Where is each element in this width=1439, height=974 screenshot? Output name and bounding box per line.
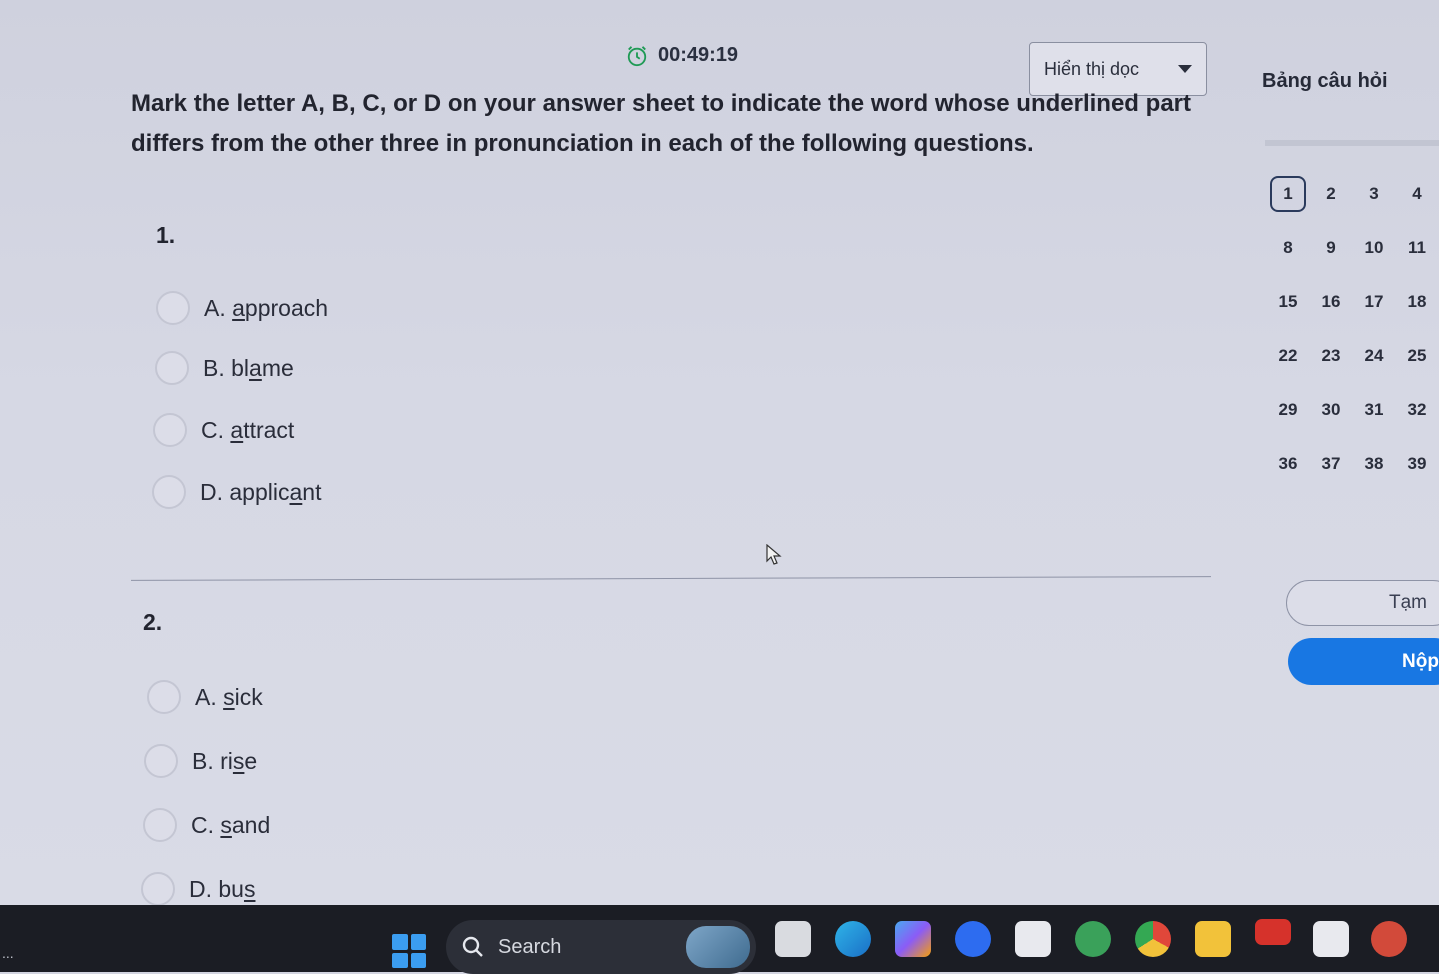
question-nav-39[interactable]: 39 bbox=[1399, 446, 1435, 482]
question-nav-9[interactable]: 9 bbox=[1313, 230, 1349, 266]
timer-value: 00:49:19 bbox=[658, 44, 739, 66]
question-nav-36[interactable]: 36 bbox=[1270, 446, 1306, 482]
youtube-icon[interactable] bbox=[1255, 919, 1291, 945]
option-q2-c[interactable]: C. sand bbox=[143, 808, 270, 842]
radio-button[interactable] bbox=[155, 351, 189, 385]
question-panel-title: Bảng câu hỏi bbox=[1262, 70, 1388, 92]
calculator-icon[interactable] bbox=[1313, 921, 1349, 957]
question-nav-37[interactable]: 37 bbox=[1313, 446, 1349, 482]
question-nav-32[interactable]: 32 bbox=[1399, 392, 1435, 428]
question-nav-3[interactable]: 3 bbox=[1356, 176, 1392, 212]
question-nav-22[interactable]: 22 bbox=[1270, 338, 1306, 374]
save-draft-button[interactable]: Tạm bbox=[1286, 580, 1439, 626]
option-label: D. applicant bbox=[200, 478, 322, 505]
panel-divider bbox=[1265, 140, 1439, 146]
option-q2-a[interactable]: A. sick bbox=[147, 680, 263, 714]
task-view-icon[interactable] bbox=[775, 921, 811, 957]
start-icon[interactable] bbox=[392, 934, 426, 968]
option-q1-d[interactable]: D. applicant bbox=[152, 475, 321, 509]
question-number: 2. bbox=[143, 609, 163, 635]
radio-button[interactable] bbox=[143, 808, 177, 842]
question-nav-24[interactable]: 24 bbox=[1356, 338, 1392, 374]
question-nav-18[interactable]: 18 bbox=[1399, 284, 1435, 320]
radio-button[interactable] bbox=[153, 413, 187, 447]
search-label: Search bbox=[498, 935, 562, 958]
question-nav-30[interactable]: 30 bbox=[1313, 392, 1349, 428]
chrome-icon[interactable] bbox=[1135, 921, 1171, 957]
question-nav-17[interactable]: 17 bbox=[1356, 284, 1392, 320]
question-nav-29[interactable]: 29 bbox=[1270, 392, 1306, 428]
option-q1-c[interactable]: C. attract bbox=[153, 413, 294, 447]
store-icon[interactable] bbox=[1015, 921, 1051, 957]
file-explorer-icon[interactable] bbox=[1195, 921, 1231, 957]
exam-page: 00:49:19 Hiển thị dọc Mark the letter A,… bbox=[0, 0, 1439, 906]
option-q2-d[interactable]: D. bus bbox=[141, 872, 255, 906]
question-instructions: Mark the letter A, B, C, or D on your an… bbox=[131, 90, 1191, 157]
zoom-icon[interactable] bbox=[955, 921, 991, 957]
search-icon bbox=[462, 936, 483, 957]
question-nav-15[interactable]: 15 bbox=[1270, 284, 1306, 320]
question-nav-31[interactable]: 31 bbox=[1356, 392, 1392, 428]
alarm-clock-icon bbox=[627, 45, 647, 66]
option-q2-b[interactable]: B. rise bbox=[144, 744, 257, 778]
radio-button[interactable] bbox=[152, 475, 186, 509]
radio-button[interactable] bbox=[147, 680, 181, 714]
countdown-timer: 00:49:19 bbox=[626, 44, 738, 67]
question-nav-8[interactable]: 8 bbox=[1270, 230, 1306, 266]
question-nav-1[interactable]: 1 bbox=[1270, 176, 1306, 212]
question-nav-2[interactable]: 2 bbox=[1313, 176, 1349, 212]
taskbar-search[interactable]: Search bbox=[446, 920, 756, 974]
radio-button[interactable] bbox=[156, 291, 190, 325]
search-highlight-image bbox=[686, 926, 750, 968]
edge-icon[interactable] bbox=[835, 921, 871, 957]
read-mode-value: Hiển thị dọc bbox=[1044, 58, 1140, 79]
tray-overflow[interactable]: ... bbox=[2, 945, 14, 961]
question-nav-38[interactable]: 38 bbox=[1356, 446, 1392, 482]
radio-button[interactable] bbox=[141, 872, 175, 906]
option-q1-b[interactable]: B. blame bbox=[155, 351, 294, 385]
question-nav-4[interactable]: 4 bbox=[1399, 176, 1435, 212]
option-label: A. approach bbox=[204, 294, 329, 321]
option-label: C. sand bbox=[191, 811, 271, 838]
question-nav-25[interactable]: 25 bbox=[1399, 338, 1435, 374]
question-number-grid: 1 2 3 4 8 9 10 11 15 16 17 18 22 23 24 2… bbox=[1270, 176, 1439, 482]
option-label: B. blame bbox=[203, 354, 294, 381]
option-label: A. sick bbox=[195, 683, 263, 710]
question-nav-11[interactable]: 11 bbox=[1399, 230, 1435, 266]
office-icon[interactable] bbox=[1371, 921, 1407, 957]
question-nav-16[interactable]: 16 bbox=[1313, 284, 1349, 320]
radio-button[interactable] bbox=[144, 744, 178, 778]
mouse-cursor-icon bbox=[766, 544, 782, 565]
submit-button[interactable]: Nộp bbox=[1288, 638, 1439, 685]
question-divider bbox=[131, 576, 1211, 581]
option-q1-a[interactable]: A. approach bbox=[156, 291, 328, 325]
option-label: C. attract bbox=[201, 416, 295, 443]
question-nav-23[interactable]: 23 bbox=[1313, 338, 1349, 374]
copilot-icon[interactable] bbox=[895, 921, 931, 957]
option-label: B. rise bbox=[192, 747, 258, 774]
question-number: 1. bbox=[156, 222, 176, 248]
question-nav-10[interactable]: 10 bbox=[1356, 230, 1392, 266]
chevron-down-icon bbox=[1178, 65, 1192, 73]
app-icon[interactable] bbox=[1075, 921, 1111, 957]
option-label: D. bus bbox=[189, 875, 256, 902]
